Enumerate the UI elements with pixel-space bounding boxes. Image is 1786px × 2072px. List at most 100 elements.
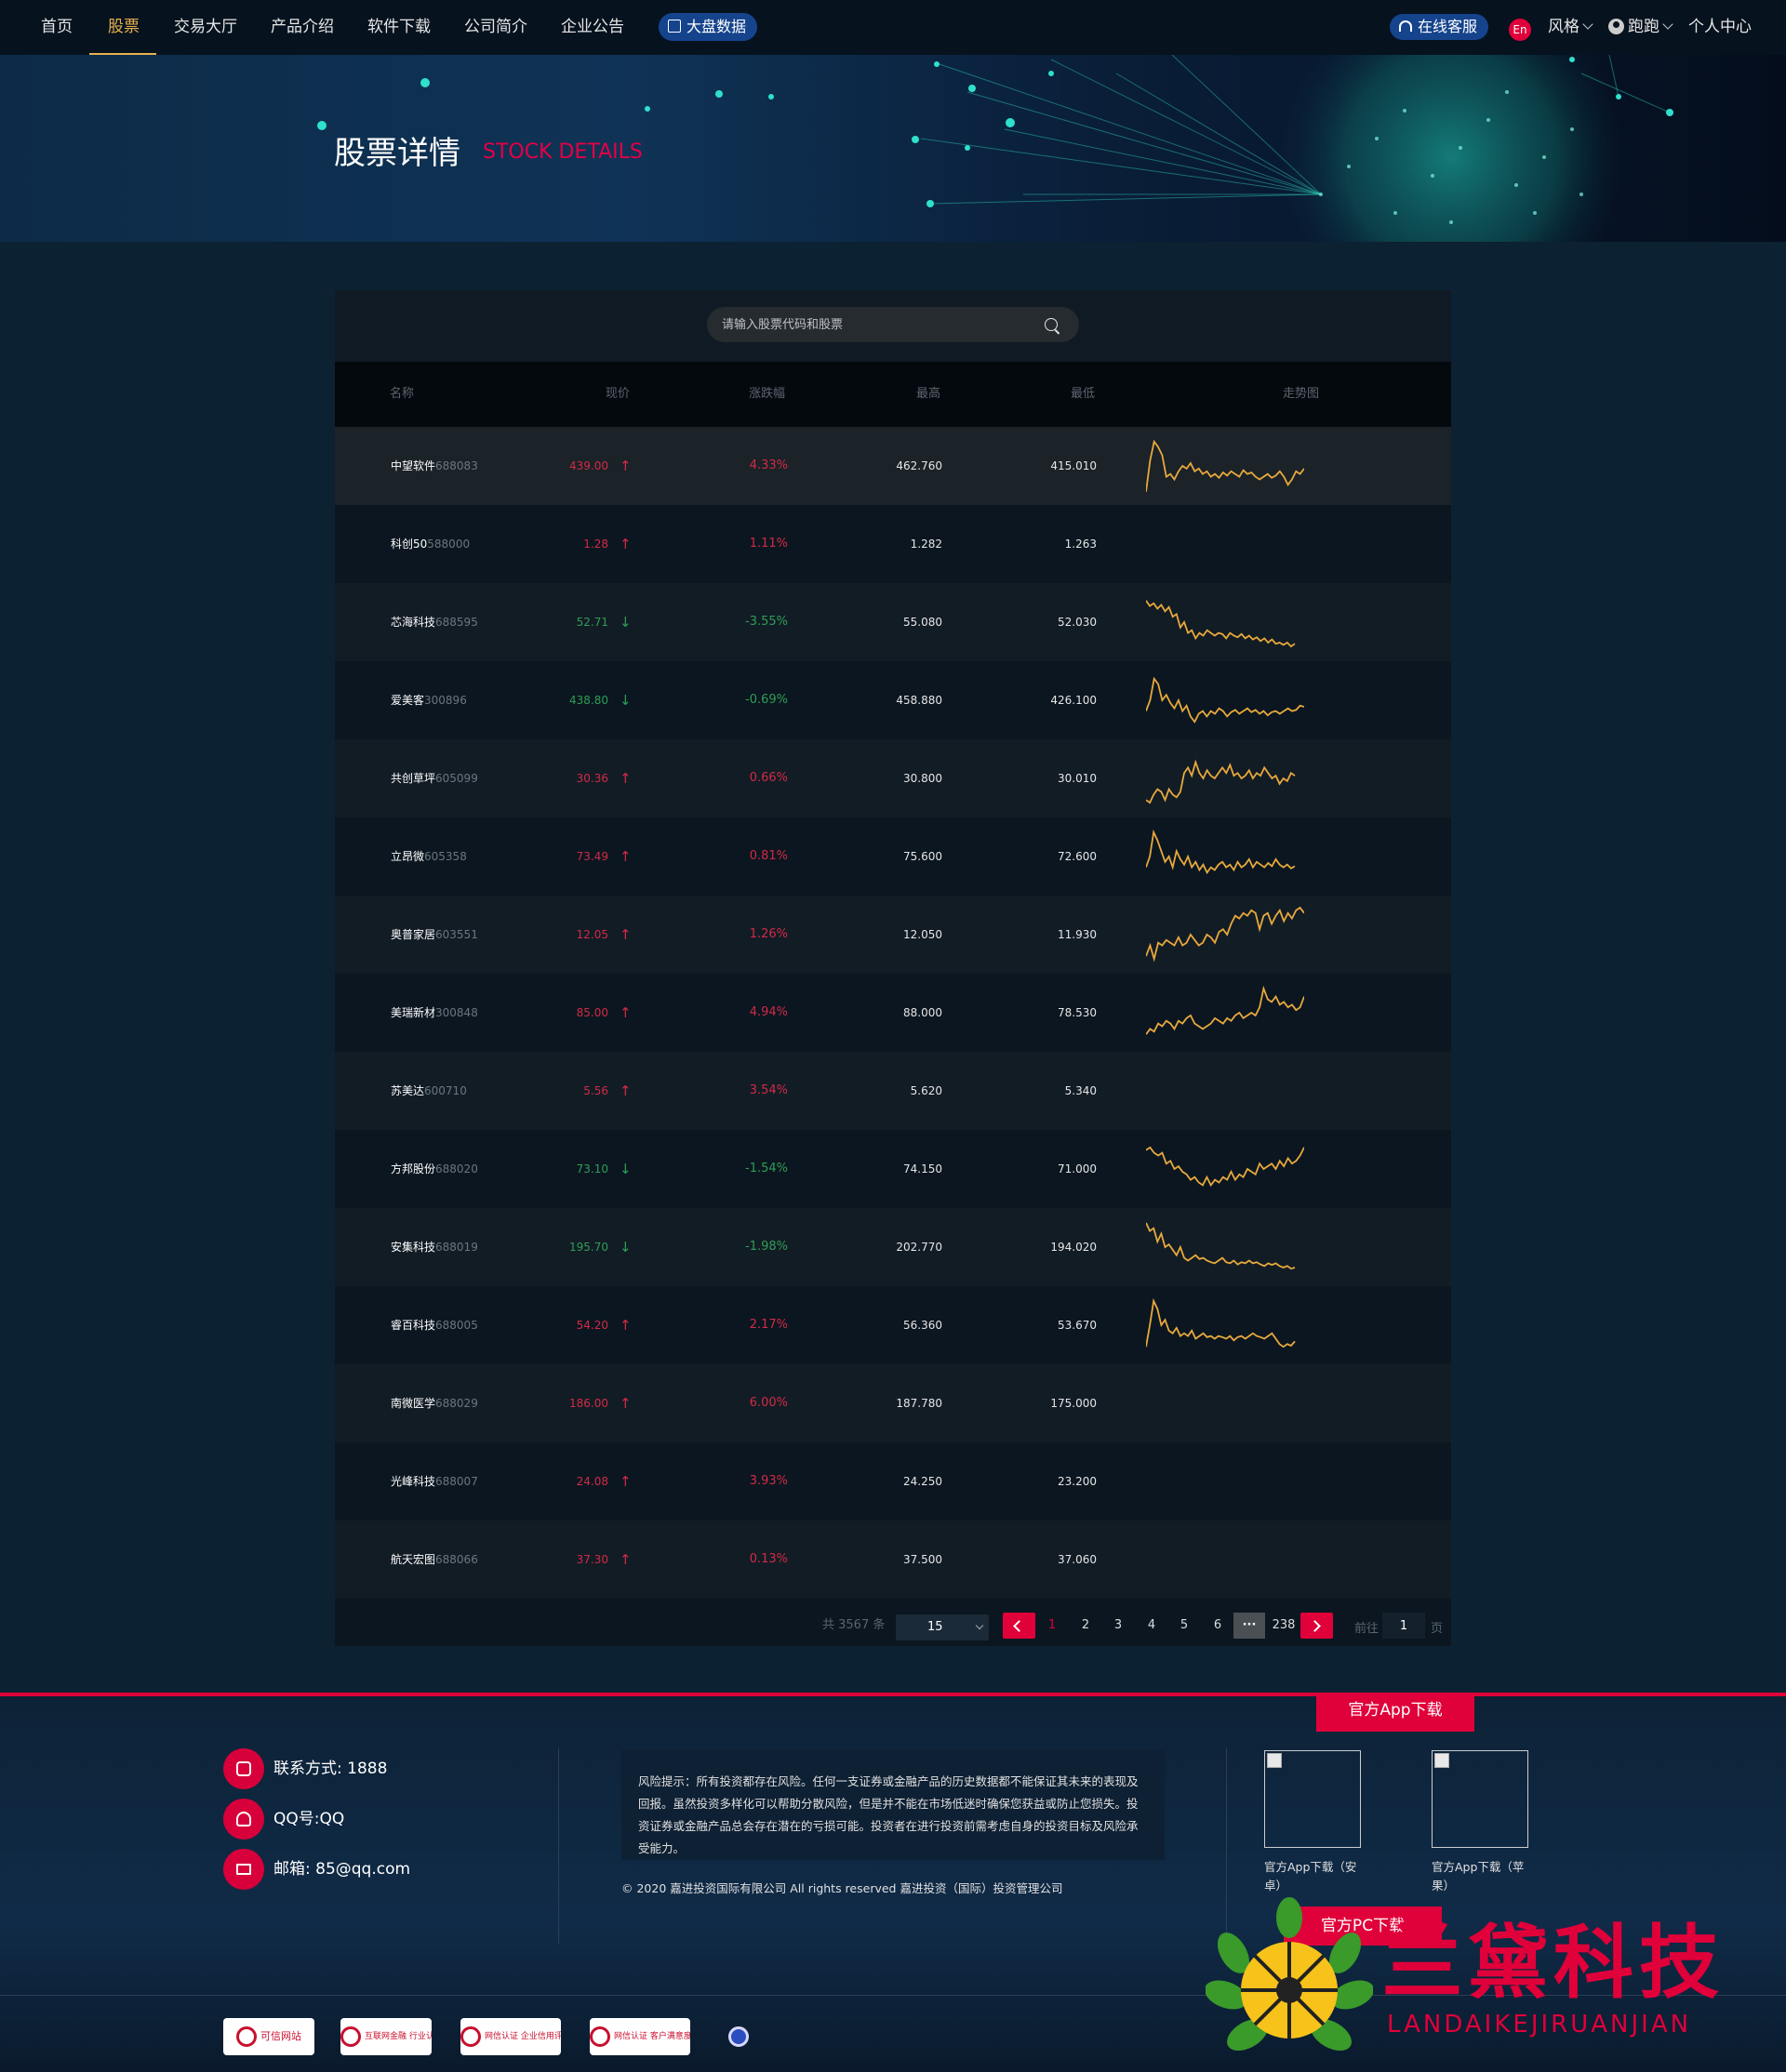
header-change: 涨跌幅 [749, 387, 786, 401]
user-dropdown[interactable]: 跑跑 [1608, 0, 1673, 55]
stock-price: 85.00 [576, 1006, 608, 1019]
table-row[interactable]: 美瑞新材300848 85.00 ↑ 4.94% 88.000 78.530 [335, 974, 1451, 1052]
satisfaction-badge[interactable]: 网信认证 客户满意度测评 [590, 2018, 690, 2055]
stock-high: 56.360 [903, 1319, 942, 1332]
page-5[interactable]: 5 [1171, 1613, 1197, 1639]
stock-change: -3.55% [745, 615, 788, 629]
credit-rating-badge[interactable]: 网信认证 企业信用评级 [460, 2018, 561, 2055]
personal-center-link[interactable]: 个人中心 [1688, 0, 1752, 55]
table-row[interactable]: 南微医学688029 186.00 ↑ 6.00% 187.780 175.000 [335, 1364, 1451, 1442]
user-icon [1608, 19, 1624, 34]
page-3[interactable]: 3 [1105, 1613, 1131, 1639]
nav-item-trading-hall[interactable]: 交易大厅 [174, 0, 237, 55]
copyright: © 2020 嘉进投资国际有限公司 All rights reserved 嘉进… [621, 1881, 1063, 1895]
table-row[interactable]: 爱美客300896 438.80 ↓ -0.69% 458.880 426.100 [335, 661, 1451, 739]
stock-name[interactable]: 美瑞新材300848 [391, 974, 478, 1052]
stock-low: 71.000 [1058, 1162, 1097, 1175]
stock-high: 458.880 [896, 694, 942, 707]
table-row[interactable]: 睿百科技688005 54.20 ↑ 2.17% 56.360 53.670 [335, 1286, 1451, 1364]
arrow-up-icon: ↑ [620, 458, 632, 474]
stock-name[interactable]: 航天宏图688066 [391, 1521, 478, 1599]
online-service-button[interactable]: 在线客服 [1390, 14, 1488, 40]
stock-code: 603551 [435, 928, 478, 941]
page-last[interactable]: 238 [1268, 1613, 1300, 1639]
page-title: 股票详情 [334, 135, 460, 172]
table-row[interactable]: 立昂微605358 73.49 ↑ 0.81% 75.600 72.600 [335, 817, 1451, 896]
stock-name-text: 芯海科技 [391, 616, 436, 629]
nav-item-products[interactable]: 产品介绍 [271, 0, 334, 55]
stock-code: 300896 [424, 694, 467, 707]
stock-name[interactable]: 芯海科技688595 [391, 583, 478, 661]
trend-line [1146, 1297, 1296, 1348]
table-row[interactable]: 方邦股份688020 73.10 ↓ -1.54% 74.150 71.000 [335, 1130, 1451, 1208]
table-row[interactable]: 科创50588000 1.28 ↑ 1.11% 1.282 1.263 [335, 505, 1451, 583]
trusted-site-badge[interactable]: 可信网站 [223, 2018, 314, 2055]
stock-name[interactable]: 中望软件688083 [391, 427, 478, 505]
page-2[interactable]: 2 [1073, 1613, 1099, 1639]
stock-name[interactable]: 爱美客300896 [391, 661, 467, 739]
more-pages-button[interactable]: ··· [1233, 1613, 1265, 1639]
language-switch[interactable]: En [1509, 19, 1531, 41]
arrow-down-icon: ↓ [620, 692, 632, 709]
stock-code: 688083 [435, 459, 478, 472]
search-icon[interactable] [1045, 318, 1058, 331]
big-data-button[interactable]: 大盘数据 [659, 13, 757, 41]
next-page-button[interactable] [1300, 1613, 1333, 1639]
table-row[interactable]: 安集科技688019 195.70 ↓ -1.98% 202.770 194.020 [335, 1208, 1451, 1286]
arrow-up-icon: ↑ [620, 848, 632, 865]
nav-item-home[interactable]: 首页 [41, 0, 73, 55]
arrow-up-icon: ↑ [620, 1473, 632, 1490]
page-4[interactable]: 4 [1139, 1613, 1165, 1639]
footer-divider [0, 1693, 1786, 1696]
table-row[interactable]: 奥普家居603551 12.05 ↑ 1.26% 12.050 11.930 [335, 896, 1451, 974]
nav-item-announcements[interactable]: 企业公告 [561, 0, 624, 55]
trend-sparkline [1146, 1146, 1304, 1188]
trend-line [1146, 600, 1296, 648]
stock-name[interactable]: 安集科技688019 [391, 1208, 478, 1286]
stock-name[interactable]: 苏美达600710 [391, 1052, 467, 1130]
arrow-up-icon: ↑ [620, 536, 632, 552]
contact-qq-text: QQ号:QQ [273, 1810, 345, 1828]
stock-name[interactable]: 南微医学688029 [391, 1364, 478, 1442]
qr-android-label: 官方App下载（安卓） [1264, 1860, 1357, 1893]
stock-name[interactable]: 共创草坪605099 [391, 739, 478, 817]
stock-name[interactable]: 睿百科技688005 [391, 1286, 478, 1364]
contact-phone-text: 联系方式: 1888 [273, 1760, 388, 1778]
pagination: 共 3567 条 15 1 2 3 4 5 6 ··· 238 前往 页 [335, 1599, 1451, 1646]
watermark: 兰黛科技 LANDAIKEJIRUANJIAN [1204, 1897, 1764, 2060]
stock-name[interactable]: 科创50588000 [391, 505, 470, 583]
table-row[interactable]: 芯海科技688595 52.71 ↓ -3.55% 55.080 52.030 [335, 583, 1451, 661]
stock-search-input[interactable] [722, 307, 1038, 342]
police-badge[interactable] [722, 2018, 759, 2055]
nav-item-stocks[interactable]: 股票 [108, 0, 140, 55]
active-nav-indicator [89, 53, 156, 55]
nav-item-company-intro[interactable]: 公司简介 [464, 0, 527, 55]
table-row[interactable]: 航天宏图688066 37.30 ↑ 0.13% 37.500 37.060 [335, 1521, 1451, 1599]
page-size-select[interactable]: 15 [896, 1614, 989, 1640]
table-row[interactable]: 光峰科技688007 24.08 ↑ 3.93% 24.250 23.200 [335, 1442, 1451, 1521]
goto-label: 前往 [1354, 1622, 1379, 1636]
page-1[interactable]: 1 [1039, 1613, 1065, 1639]
headset-icon [1399, 20, 1412, 32]
stock-name[interactable]: 奥普家居603551 [391, 896, 478, 974]
table-row[interactable]: 苏美达600710 5.56 ↑ 3.54% 5.620 5.340 [335, 1052, 1451, 1130]
stock-name[interactable]: 光峰科技688007 [391, 1442, 478, 1521]
prev-page-button[interactable] [1003, 1613, 1035, 1639]
table-row[interactable]: 共创草坪605099 30.36 ↑ 0.66% 30.800 30.010 [335, 739, 1451, 817]
nav-item-software-download[interactable]: 软件下载 [367, 0, 431, 55]
stock-change: 0.81% [749, 849, 788, 863]
stock-low: 426.100 [1050, 694, 1097, 707]
stock-code: 688020 [435, 1162, 478, 1175]
trend-sparkline [1146, 985, 1304, 1035]
internet-finance-badge[interactable]: 互联网金融 行业认证 [340, 2018, 432, 2055]
table-row[interactable]: 中望软件688083 439.00 ↑ 4.33% 462.760 415.010 [335, 427, 1451, 505]
goto-page-input[interactable] [1382, 1613, 1425, 1639]
stock-name[interactable]: 立昂微605358 [391, 817, 467, 896]
app-download-tab[interactable]: 官方App下载 [1316, 1693, 1474, 1732]
stock-name[interactable]: 方邦股份688020 [391, 1130, 478, 1208]
style-dropdown[interactable]: 风格 [1548, 0, 1593, 55]
stock-low: 78.530 [1058, 1006, 1097, 1019]
page-6[interactable]: 6 [1205, 1613, 1231, 1639]
qr-ios [1432, 1750, 1528, 1848]
trend-sparkline [1146, 676, 1304, 724]
